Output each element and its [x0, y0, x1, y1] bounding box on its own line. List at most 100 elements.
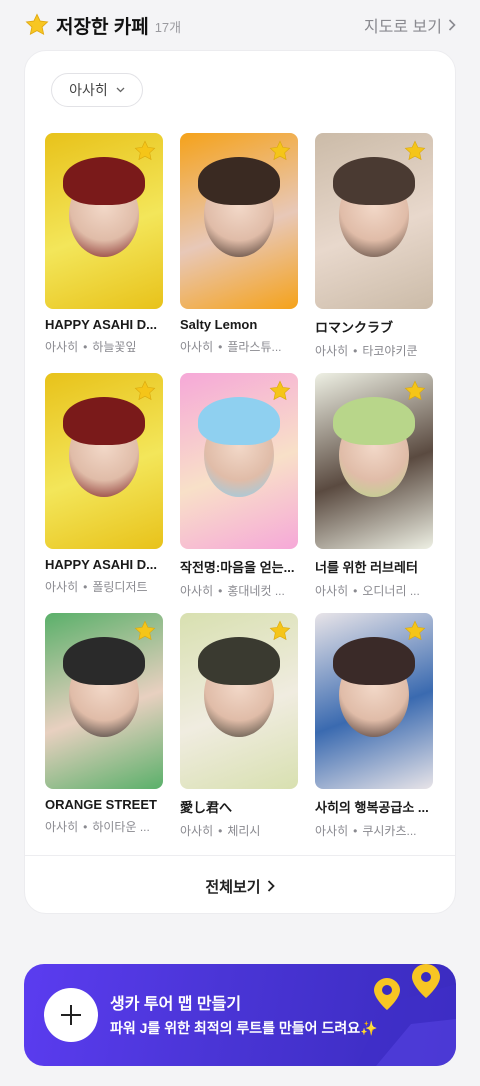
divider: [25, 855, 455, 856]
saved-count: 17개: [154, 20, 182, 35]
cafe-title: 愛し君へ: [180, 800, 233, 815]
cafe-card[interactable]: 사히의 행복공급소 ... 아사히 • 쿠시카츠...: [315, 613, 433, 853]
chevron-right-icon: [448, 19, 456, 31]
cafe-card[interactable]: HAPPY ASAHI D... 아사히 • 폴링디저트: [45, 373, 163, 613]
cafe-title: ORANGE STREET: [45, 797, 157, 812]
cafe-title: Salty Lemon: [180, 317, 258, 332]
cafe-place: 하늘꽃잎: [92, 340, 137, 354]
star-icon: [25, 13, 49, 36]
cafe-place: 홍대네컷 ...: [227, 584, 285, 598]
photo-subject-hair: [63, 157, 145, 205]
favorite-star-icon[interactable]: [403, 379, 427, 403]
favorite-star-icon[interactable]: [403, 139, 427, 163]
cafe-title: ロマンクラブ: [315, 320, 394, 335]
cafe-title: 작전명:마음을 얻는...: [180, 560, 295, 575]
cafe-meta: 아사히 • 타코야키쿤: [315, 342, 433, 359]
banner-title: 생카 투어 맵 만들기: [110, 996, 242, 1013]
banner-subtitle: 파워 J를 위한 최적의 루트를 만들어 드려요✨: [110, 1020, 378, 1036]
view-on-map-link[interactable]: 지도로 보기: [364, 13, 456, 37]
cafe-thumbnail: [315, 133, 433, 309]
favorite-star-icon[interactable]: [133, 139, 157, 163]
cafe-thumbnail: [315, 613, 433, 789]
cafe-thumbnail: [45, 133, 163, 309]
cafe-title: 사히의 행복공급소 ...: [315, 800, 429, 815]
artist-filter-label: 아사히: [69, 82, 108, 98]
favorite-star-icon[interactable]: [268, 379, 292, 403]
cafe-meta: 아사히 • 홍대네컷 ...: [180, 582, 298, 599]
photo-subject-hair: [63, 637, 145, 685]
cafe-card[interactable]: Salty Lemon 아사히 • 플라스튜...: [180, 133, 298, 373]
cafe-grid: HAPPY ASAHI D... 아사히 • 하늘꽃잎 Salty Lemon 아사히 • 플…: [45, 133, 437, 853]
cafe-meta: 아사히 • 하늘꽃잎: [45, 338, 163, 355]
favorite-star-icon[interactable]: [268, 619, 292, 643]
cafe-card[interactable]: HAPPY ASAHI D... 아사히 • 하늘꽃잎: [45, 133, 163, 373]
chevron-right-icon: [267, 880, 275, 892]
photo-subject-hair: [198, 157, 280, 205]
header-title-group: 저장한 카페 17개: [24, 12, 181, 39]
separator-dot: •: [83, 820, 88, 834]
add-icon: [44, 988, 98, 1042]
separator-dot: •: [218, 340, 223, 354]
cafe-place: 하이타운 ...: [92, 820, 150, 834]
cafe-card[interactable]: ロマンクラブ 아사히 • 타코야키쿤: [315, 133, 433, 373]
cafe-artist: 아사히: [180, 584, 214, 598]
photo-subject-hair: [333, 157, 415, 205]
photo-subject-hair: [333, 637, 415, 685]
cafe-meta: 아사히 • 쿠시카츠...: [315, 822, 433, 839]
view-on-map-label: 지도로 보기: [363, 19, 442, 36]
view-all-button[interactable]: 전체보기: [25, 857, 455, 915]
cafe-place: 타코야키쿤: [362, 344, 418, 358]
photo-subject-hair: [63, 397, 145, 445]
cafe-artist: 아사히: [45, 580, 79, 594]
cafe-card[interactable]: ORANGE STREET 아사히 • 하이타운 ...: [45, 613, 163, 853]
cafe-place: 쿠시카츠...: [362, 824, 417, 838]
cafe-place: 오디너리 ...: [362, 584, 420, 598]
plus-icon: [61, 1005, 81, 1025]
cafe-title: HAPPY ASAHI D...: [45, 557, 157, 572]
favorite-star-icon[interactable]: [268, 139, 292, 163]
cafe-card[interactable]: 愛し君へ 아사히 • 체리시: [180, 613, 298, 853]
cafe-thumbnail: [45, 373, 163, 549]
cafe-meta: 아사히 • 플라스튜...: [180, 338, 298, 355]
cafe-card[interactable]: 너를 위한 러브레터아사히 • 오디너리 ...: [315, 373, 433, 613]
separator-dot: •: [353, 824, 358, 838]
photo-subject-hair: [198, 397, 280, 445]
cafe-artist: 아사히: [180, 340, 214, 354]
page-title: 저장한 카페: [56, 16, 149, 38]
separator-dot: •: [353, 584, 358, 598]
cafe-meta: 아사히 • 하이타운 ...: [45, 818, 163, 835]
cafe-artist: 아사히: [315, 824, 349, 838]
favorite-star-icon[interactable]: [133, 619, 157, 643]
view-all-label: 전체보기: [205, 878, 261, 896]
saved-cafes-header: 저장한 카페 17개 지도로 보기: [24, 10, 456, 40]
cafe-place: 폴링디저트: [92, 580, 148, 594]
cafe-artist: 아사히: [315, 584, 349, 598]
saved-cafes-card: 아사히 HAPPY ASAHI D... 아사히 • 하늘꽃잎 Salty Lemon 아…: [24, 50, 456, 914]
artist-filter-dropdown[interactable]: 아사히: [51, 73, 143, 107]
separator-dot: •: [353, 344, 358, 358]
cafe-card[interactable]: 작전명:마음을 얻는... 아사히 • 홍대네컷 ...: [180, 373, 298, 613]
separator-dot: •: [83, 340, 88, 354]
cafe-title: 너를 위한 러브레터: [315, 560, 418, 575]
cafe-thumbnail: [180, 133, 298, 309]
cafe-meta: 아사히 • 오디너리 ...: [315, 582, 433, 599]
create-tour-map-banner[interactable]: 생카 투어 맵 만들기 파워 J를 위한 최적의 루트를 만들어 드려요✨: [24, 964, 456, 1066]
map-pin-decoration: [356, 964, 456, 1066]
cafe-artist: 아사히: [45, 820, 79, 834]
favorite-star-icon[interactable]: [403, 619, 427, 643]
cafe-place: 체리시: [227, 824, 261, 838]
cafe-place: 플라스튜...: [227, 340, 282, 354]
cafe-thumbnail: [180, 613, 298, 789]
separator-dot: •: [83, 580, 88, 594]
separator-dot: •: [218, 824, 223, 838]
photo-subject-hair: [333, 397, 415, 445]
cafe-thumbnail: [315, 373, 433, 549]
cafe-artist: 아사히: [45, 340, 79, 354]
cafe-artist: 아사히: [315, 344, 349, 358]
favorite-star-icon[interactable]: [133, 379, 157, 403]
cafe-artist: 아사히: [180, 824, 214, 838]
chevron-down-icon: [116, 87, 125, 93]
photo-subject-hair: [198, 637, 280, 685]
cafe-thumbnail: [180, 373, 298, 549]
cafe-meta: 아사히 • 폴링디저트: [45, 578, 163, 595]
